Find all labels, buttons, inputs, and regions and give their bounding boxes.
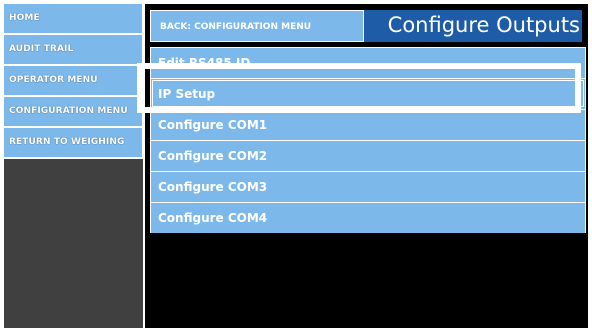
sidebar-item-home[interactable]: HOME [4,4,143,35]
sidebar-item-operator-menu[interactable]: OPERATOR MENU [4,66,143,97]
menu-item-ip-setup[interactable]: IP Setup [150,78,586,109]
menu-item-edit-rs485-id[interactable]: Edit RS485 ID [150,47,586,78]
menu-list: Edit RS485 ID IP Setup Configure COM1 Co… [150,47,586,233]
back-button[interactable]: BACK: CONFIGURATION MENU [150,10,364,42]
menu-item-configure-com2[interactable]: Configure COM2 [150,140,586,171]
menu-item-configure-com4[interactable]: Configure COM4 [150,202,586,233]
sidebar: HOME AUDIT TRAIL OPERATOR MENU CONFIGURA… [4,4,145,328]
sidebar-item-configuration-menu[interactable]: CONFIGURATION MENU [4,97,143,128]
page-title: Configure Outputs [364,10,582,42]
hmi-screen: HOME AUDIT TRAIL OPERATOR MENU CONFIGURA… [4,4,588,328]
menu-item-configure-com1[interactable]: Configure COM1 [150,109,586,140]
sidebar-item-audit-trail[interactable]: AUDIT TRAIL [4,35,143,66]
header: BACK: CONFIGURATION MENU Configure Outpu… [150,10,582,42]
sidebar-item-return-to-weighing[interactable]: RETURN TO WEIGHING [4,128,143,159]
menu-item-configure-com3[interactable]: Configure COM3 [150,171,586,202]
